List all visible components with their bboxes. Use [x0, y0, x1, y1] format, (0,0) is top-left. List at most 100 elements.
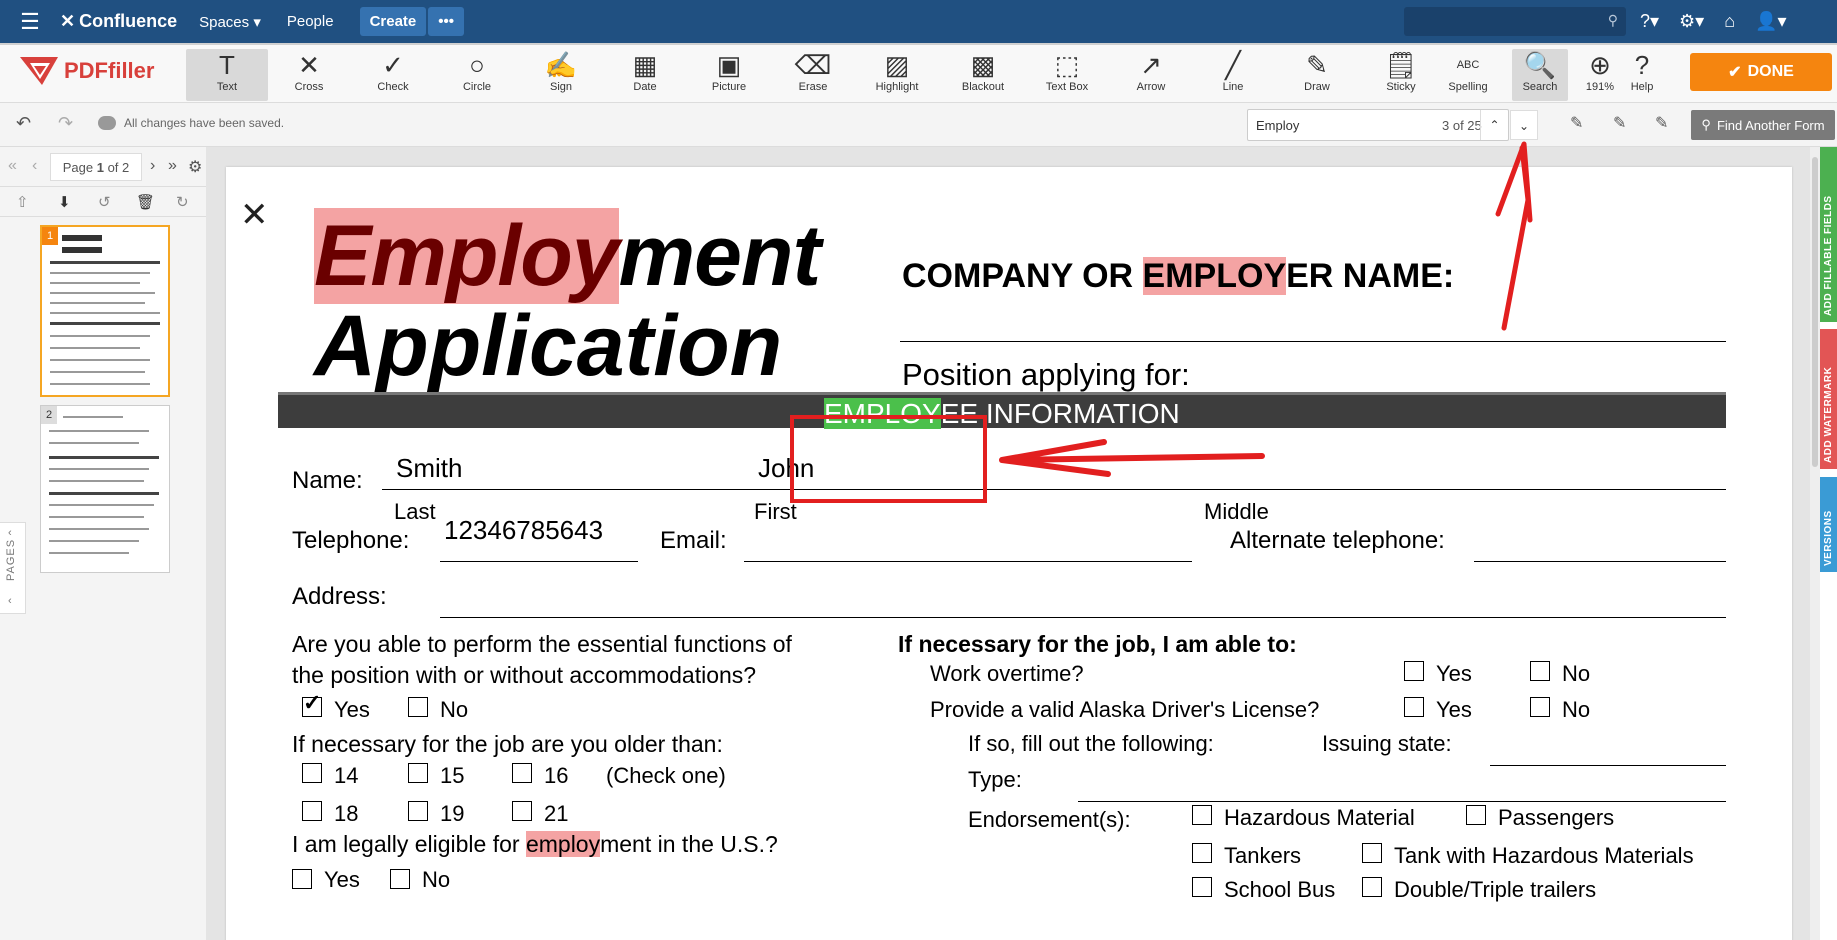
tool-arrow[interactable]: ↗ Arrow: [1110, 49, 1192, 101]
endorsement-checkbox[interactable]: [1466, 805, 1486, 825]
search-input[interactable]: ⚲: [1404, 7, 1626, 36]
confluence-logo[interactable]: ✕ Confluence: [60, 11, 177, 32]
page-thumbnail[interactable]: 2: [40, 405, 170, 573]
license-no-checkbox[interactable]: [1530, 697, 1550, 717]
age-checkbox[interactable]: [408, 763, 428, 783]
license-yes-checkbox[interactable]: [1404, 697, 1424, 717]
last-name-value[interactable]: Smith: [396, 453, 462, 484]
find-input[interactable]: Employ 3 of 25 ⌃ ⌄: [1247, 109, 1538, 141]
tool-blackout[interactable]: ▩ Blackout: [942, 49, 1024, 101]
find-another-form-button[interactable]: ⚲ Find Another Form: [1691, 110, 1835, 140]
tool-sticky[interactable]: 🗒 Sticky: [1360, 49, 1442, 101]
trash-icon[interactable]: 🗑: [136, 193, 155, 211]
tool-cross[interactable]: ✕ Cross: [268, 49, 350, 101]
move-down-icon[interactable]: ⬇: [58, 193, 71, 211]
name-field[interactable]: [382, 489, 1726, 490]
form-settings-icon[interactable]: ✎: [1655, 113, 1668, 133]
email-field[interactable]: [744, 561, 1192, 562]
document-page[interactable]: ✕ Employment Application COMPANY OR EMPL…: [226, 167, 1792, 940]
find-next-icon[interactable]: ⌄: [1510, 110, 1538, 140]
refresh-icon[interactable]: ↻: [176, 193, 189, 211]
pages-panel-toggle[interactable]: ‹ PAGES ‹: [0, 522, 26, 614]
tool-draw[interactable]: ✎ Draw: [1276, 49, 1358, 101]
endorsement-checkbox[interactable]: [1362, 877, 1382, 897]
move-up-icon[interactable]: ⇧: [16, 193, 29, 211]
spaces-menu[interactable]: Spaces ▾: [199, 13, 261, 31]
tool-text[interactable]: T Text: [186, 49, 268, 101]
endorsement-checkbox[interactable]: [1192, 843, 1212, 863]
versions-tab[interactable]: VERSIONS: [1820, 477, 1837, 572]
tool-picture[interactable]: ▣ Picture: [688, 49, 770, 101]
tool-date-icon: ▦: [632, 50, 658, 80]
tool-label: Sign: [549, 81, 573, 93]
tool-blackout-icon: ▩: [970, 50, 996, 80]
tool-text-box[interactable]: ⬚ Text Box: [1026, 49, 1108, 101]
first-page-icon[interactable]: «: [8, 157, 17, 175]
pdffiller-toolbar: PDFfiller T Text ✕ Cross ✓ Check ○ Circle ✍ Sign ▦…: [0, 43, 1837, 103]
age-checkbox[interactable]: [408, 801, 428, 821]
tool-highlight[interactable]: ▨ Highlight: [856, 49, 938, 101]
endorsement-checkbox[interactable]: [1362, 843, 1382, 863]
eligible-yes-checkbox[interactable]: [292, 869, 312, 889]
doc-title-line2: Application: [314, 298, 783, 394]
redo-icon[interactable]: ↷: [58, 113, 73, 134]
type-field[interactable]: [1078, 801, 1726, 802]
create-more-button[interactable]: •••: [428, 7, 465, 36]
no-checkbox[interactable]: [408, 697, 428, 717]
tool-sign[interactable]: ✍ Sign: [520, 49, 602, 101]
add-watermark-tab[interactable]: ADD WATERMARK: [1820, 329, 1837, 469]
undo-icon[interactable]: ↶: [16, 113, 31, 134]
overtime-no-checkbox[interactable]: [1530, 661, 1550, 681]
tool-help[interactable]: ? Help: [1614, 49, 1670, 101]
age-checkbox[interactable]: [302, 763, 322, 783]
help-icon[interactable]: ?▾: [1640, 11, 1659, 32]
tool-check[interactable]: ✓ Check: [352, 49, 434, 101]
alt-telephone-field[interactable]: [1474, 561, 1726, 562]
last-page-icon[interactable]: »: [168, 157, 177, 175]
overtime-label: Work overtime?: [930, 661, 1084, 686]
find-prev-icon[interactable]: ⌃: [1480, 110, 1508, 140]
endorsement-checkbox[interactable]: [1192, 805, 1212, 825]
gear-icon[interactable]: ⚙▾: [1679, 11, 1704, 32]
page-settings-icon[interactable]: ⚙: [188, 157, 202, 177]
tool-line[interactable]: ╱ Line: [1192, 49, 1274, 101]
issuing-state-field[interactable]: [1490, 765, 1726, 766]
endorsement-option: Tankers: [1224, 843, 1302, 868]
page-thumbnail[interactable]: 1: [40, 225, 170, 397]
overtime-yes-checkbox[interactable]: [1404, 661, 1424, 681]
tool-erase[interactable]: ⌫ Erase: [772, 49, 854, 101]
fill-form-icon[interactable]: ✎: [1613, 113, 1626, 133]
tool-date[interactable]: ▦ Date: [604, 49, 686, 101]
notifications-icon[interactable]: ⌂: [1724, 11, 1735, 32]
rotate-icon[interactable]: ↺: [98, 193, 111, 211]
done-button[interactable]: ✔ DONE: [1690, 53, 1832, 91]
address-field[interactable]: [440, 617, 1726, 618]
user-avatar-icon[interactable]: 👤▾: [1755, 11, 1786, 32]
people-link[interactable]: People: [287, 13, 334, 30]
scrollbar-thumb[interactable]: [1812, 157, 1818, 467]
tool-circle-icon: ○: [469, 50, 485, 80]
check-icon: ✔: [1728, 64, 1742, 81]
endorsement-checkbox[interactable]: [1192, 877, 1212, 897]
eligible-no-checkbox[interactable]: [390, 869, 410, 889]
document-viewport[interactable]: ✕ Employment Application COMPANY OR EMPL…: [206, 147, 1810, 940]
age-checkbox[interactable]: [512, 801, 532, 821]
age-checkbox[interactable]: [302, 801, 322, 821]
tool-search[interactable]: 🔍 Search: [1512, 49, 1568, 101]
close-icon[interactable]: ✕: [240, 195, 269, 235]
menu-icon[interactable]: ☰: [0, 0, 60, 43]
next-page-icon[interactable]: ›: [150, 157, 155, 175]
prev-page-icon[interactable]: ‹: [32, 157, 37, 175]
add-fillable-fields-tab[interactable]: ADD FILLABLE FIELDS: [1820, 147, 1837, 322]
telephone-field[interactable]: [440, 561, 638, 562]
page-indicator[interactable]: Page 1 of 2: [50, 153, 142, 181]
type-label: Type:: [968, 767, 1022, 792]
tool-spelling[interactable]: ABC Spelling: [1440, 49, 1496, 101]
vertical-scrollbar[interactable]: [1810, 147, 1820, 940]
age-checkbox[interactable]: [512, 763, 532, 783]
tool-circle[interactable]: ○ Circle: [436, 49, 518, 101]
edit-form-icon[interactable]: ✎: [1570, 113, 1583, 133]
telephone-value[interactable]: 12346785643: [444, 515, 603, 546]
yes-checkbox[interactable]: ✓: [302, 690, 322, 717]
create-button[interactable]: Create: [359, 7, 427, 36]
